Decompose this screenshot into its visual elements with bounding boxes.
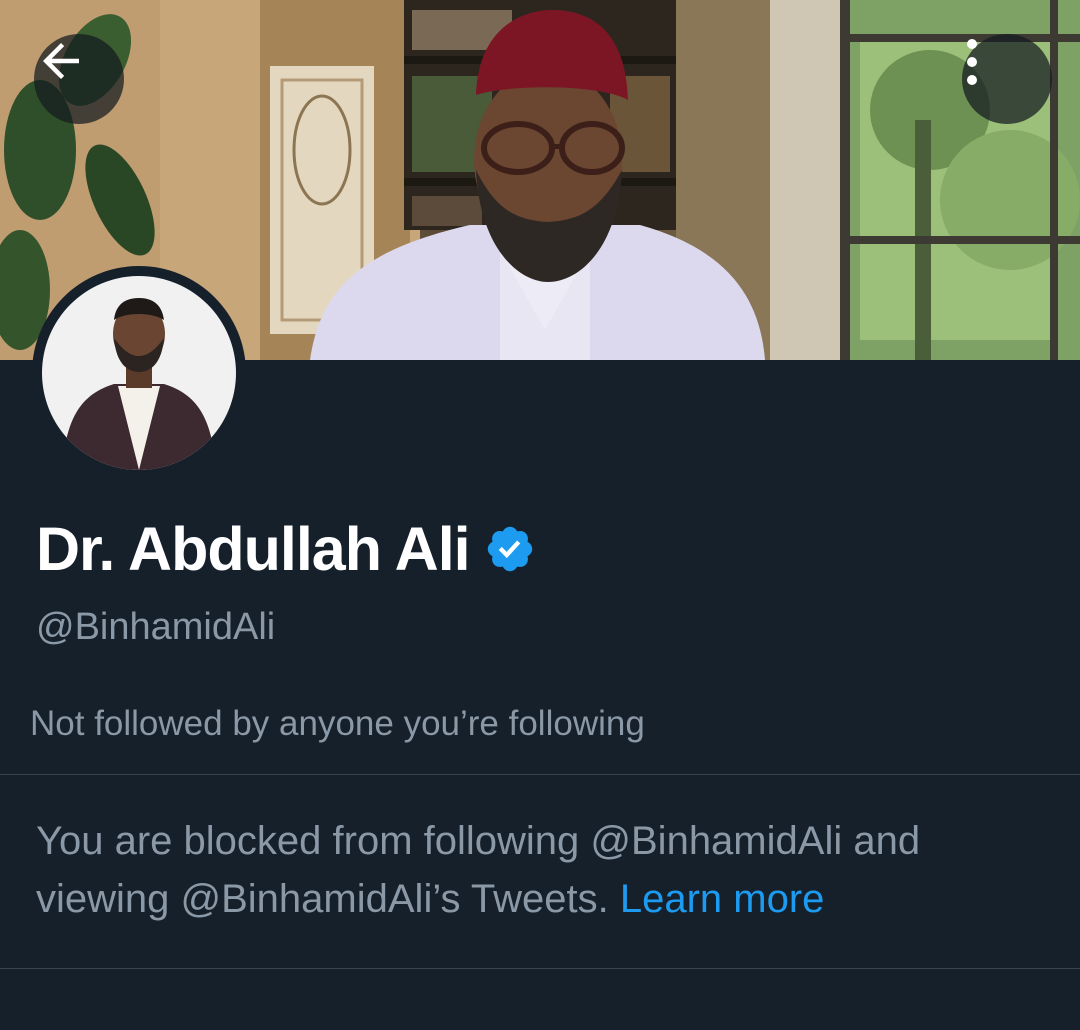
avatar-image bbox=[42, 276, 236, 470]
blocked-notice-line-1: You are blocked from following @Binhamid… bbox=[36, 819, 921, 863]
blocked-notice: You are blocked from following @Binhamid… bbox=[36, 812, 1046, 928]
profile-avatar[interactable] bbox=[32, 266, 246, 480]
blocked-notice-line-2: viewing @BinhamidAli’s Tweets. bbox=[36, 877, 609, 921]
divider-bottom bbox=[0, 968, 1080, 969]
back-button[interactable] bbox=[34, 34, 124, 124]
divider-top bbox=[0, 774, 1080, 775]
arrow-left-icon bbox=[43, 43, 79, 79]
verified-badge-icon[interactable] bbox=[484, 523, 536, 575]
learn-more-link[interactable]: Learn more bbox=[620, 877, 825, 921]
profile-handle: @BinhamidAli bbox=[36, 606, 276, 648]
vertical-dots-icon bbox=[967, 39, 977, 85]
display-name: Dr. Abdullah Ali bbox=[36, 515, 471, 583]
followed-by-text: Not followed by anyone you’re following bbox=[30, 704, 645, 743]
profile-name-row: Dr. Abdullah Ali bbox=[36, 510, 536, 588]
more-options-button[interactable] bbox=[962, 34, 1052, 124]
